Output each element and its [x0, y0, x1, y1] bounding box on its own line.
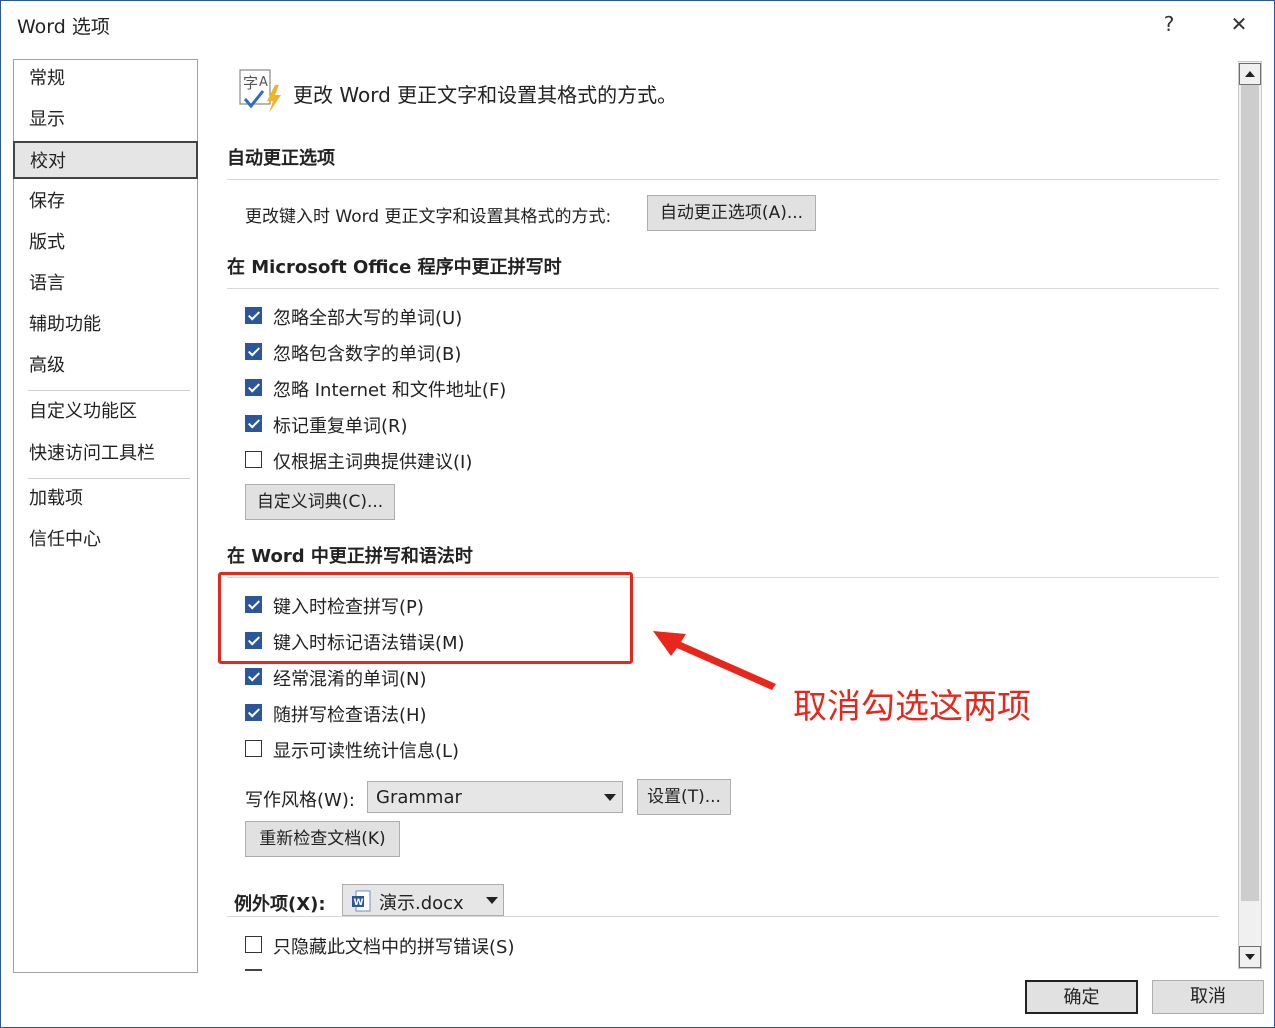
checkbox-ignore-numbers[interactable] [245, 343, 262, 360]
page-description: 更改 Word 更正文字和设置其格式的方式。 [293, 83, 678, 107]
sidebar-item-display[interactable]: 显示 [14, 101, 197, 139]
checkbox-row[interactable]: 只隐藏此文档中的拼写错误(S) [245, 935, 645, 958]
annotation-arrow-icon [653, 631, 776, 690]
svg-text:A: A [259, 75, 268, 90]
word-options-dialog: Word 选项 ? ✕ 常规 显示 校对 保存 版式 语言 辅助功能 高级 自定… [0, 0, 1275, 1028]
writing-style-select[interactable]: Grammar [367, 781, 623, 813]
annotation-highlight-box [218, 572, 633, 664]
sidebar-item-accessibility[interactable]: 辅助功能 [14, 306, 197, 344]
exceptions-file-select[interactable]: W 演示.docx [342, 884, 504, 916]
chevron-down-icon [1245, 954, 1255, 960]
writing-style-value: Grammar [376, 787, 462, 808]
sidebar-item-language[interactable]: 语言 [14, 265, 197, 303]
sidebar-item-customize-ribbon[interactable]: 自定义功能区 [14, 393, 197, 431]
sidebar-item-general[interactable]: 常规 [14, 60, 197, 98]
checkbox-row[interactable]: 随拼写检查语法(H) [245, 703, 605, 726]
chevron-down-icon [604, 794, 616, 801]
checkbox-row[interactable]: 忽略包含数字的单词(B) [245, 342, 645, 365]
grammar-settings-button[interactable]: 设置(T)... [637, 779, 731, 815]
autocorrect-section-title: 自动更正选项 [227, 148, 335, 169]
sidebar-item-trust-center[interactable]: 信任中心 [14, 521, 197, 559]
sidebar-item-advanced[interactable]: 高级 [14, 347, 197, 385]
checkbox-main-dictionary-only[interactable] [245, 451, 262, 468]
clipped-checkbox-edge [245, 969, 262, 971]
svg-text:字: 字 [243, 74, 258, 92]
checkbox-readability-stats[interactable] [245, 740, 262, 757]
exceptions-label: 例外项(X): [234, 894, 326, 915]
checkbox-hide-spelling-errors[interactable] [245, 936, 262, 953]
checkbox-label: 标记重复单词(R) [273, 416, 408, 437]
annotation-text: 取消勾选这两项 [793, 687, 1031, 727]
checkbox-label: 经常混淆的单词(N) [273, 669, 427, 690]
scroll-up-button[interactable] [1239, 63, 1261, 85]
sidebar-item-proofing[interactable]: 校对 [13, 141, 198, 179]
checkbox-row[interactable]: 忽略 Internet 和文件地址(F) [245, 378, 645, 401]
category-sidebar: 常规 显示 校对 保存 版式 语言 辅助功能 高级 自定义功能区 快速访问工具栏… [13, 59, 198, 973]
exceptions-file-value: 演示.docx [379, 893, 464, 914]
section-divider [227, 916, 1219, 917]
chevron-down-icon [486, 897, 498, 904]
close-button[interactable]: ✕ [1221, 9, 1257, 39]
help-button[interactable]: ? [1151, 9, 1187, 39]
sidebar-divider [28, 390, 190, 391]
checkbox-row[interactable]: 忽略全部大写的单词(U) [245, 306, 645, 329]
sidebar-item-save[interactable]: 保存 [14, 183, 197, 221]
autocorrect-description: 更改键入时 Word 更正文字和设置其格式的方式: [245, 207, 612, 227]
writing-style-label: 写作风格(W): [245, 790, 355, 811]
checkbox-label: 随拼写检查语法(H) [273, 705, 427, 726]
checkbox-label: 仅根据主词典提供建议(I) [273, 452, 473, 473]
checkbox-row[interactable]: 经常混淆的单词(N) [245, 667, 605, 690]
checkbox-flag-repeated[interactable] [245, 415, 262, 432]
word-doc-icon: W [351, 890, 371, 912]
checkbox-label: 忽略 Internet 和文件地址(F) [273, 380, 507, 401]
checkbox-label: 只隐藏此文档中的拼写错误(S) [273, 937, 515, 958]
section-divider [227, 288, 1219, 289]
checkbox-row[interactable]: 标记重复单词(R) [245, 414, 645, 437]
checkbox-row[interactable]: 显示可读性统计信息(L) [245, 739, 605, 762]
proofing-icon: 字 A [239, 69, 285, 113]
chevron-up-icon [1245, 71, 1255, 77]
scroll-down-button[interactable] [1239, 946, 1261, 968]
ok-button[interactable]: 确定 [1025, 980, 1138, 1014]
checkbox-ignore-uppercase[interactable] [245, 307, 262, 324]
checkbox-grammar-with-spelling[interactable] [245, 704, 262, 721]
sidebar-item-layout[interactable]: 版式 [14, 224, 197, 262]
checkbox-label: 忽略包含数字的单词(B) [273, 344, 462, 365]
checkbox-ignore-internet[interactable] [245, 379, 262, 396]
office-spelling-section-title: 在 Microsoft Office 程序中更正拼写时 [227, 257, 562, 278]
dialog-title: Word 选项 [17, 16, 110, 38]
word-spelling-section-title: 在 Word 中更正拼写和语法时 [227, 546, 473, 567]
recheck-document-button[interactable]: 重新检查文档(K) [245, 821, 400, 857]
checkbox-confused-words[interactable] [245, 668, 262, 685]
cancel-button[interactable]: 取消 [1152, 980, 1264, 1014]
checkbox-label: 忽略全部大写的单词(U) [273, 308, 463, 329]
checkbox-label: 显示可读性统计信息(L) [273, 741, 460, 762]
sidebar-divider [28, 478, 190, 479]
scrollbar-thumb[interactable] [1241, 85, 1259, 901]
section-divider [227, 179, 1219, 180]
autocorrect-options-button[interactable]: 自动更正选项(A)... [647, 195, 816, 231]
svg-text:W: W [354, 898, 364, 908]
checkbox-row[interactable]: 仅根据主词典提供建议(I) [245, 450, 645, 473]
sidebar-item-add-ins[interactable]: 加载项 [14, 480, 197, 518]
sidebar-item-quick-access-toolbar[interactable]: 快速访问工具栏 [14, 435, 197, 473]
custom-dictionaries-button[interactable]: 自定义词典(C)... [245, 484, 395, 520]
